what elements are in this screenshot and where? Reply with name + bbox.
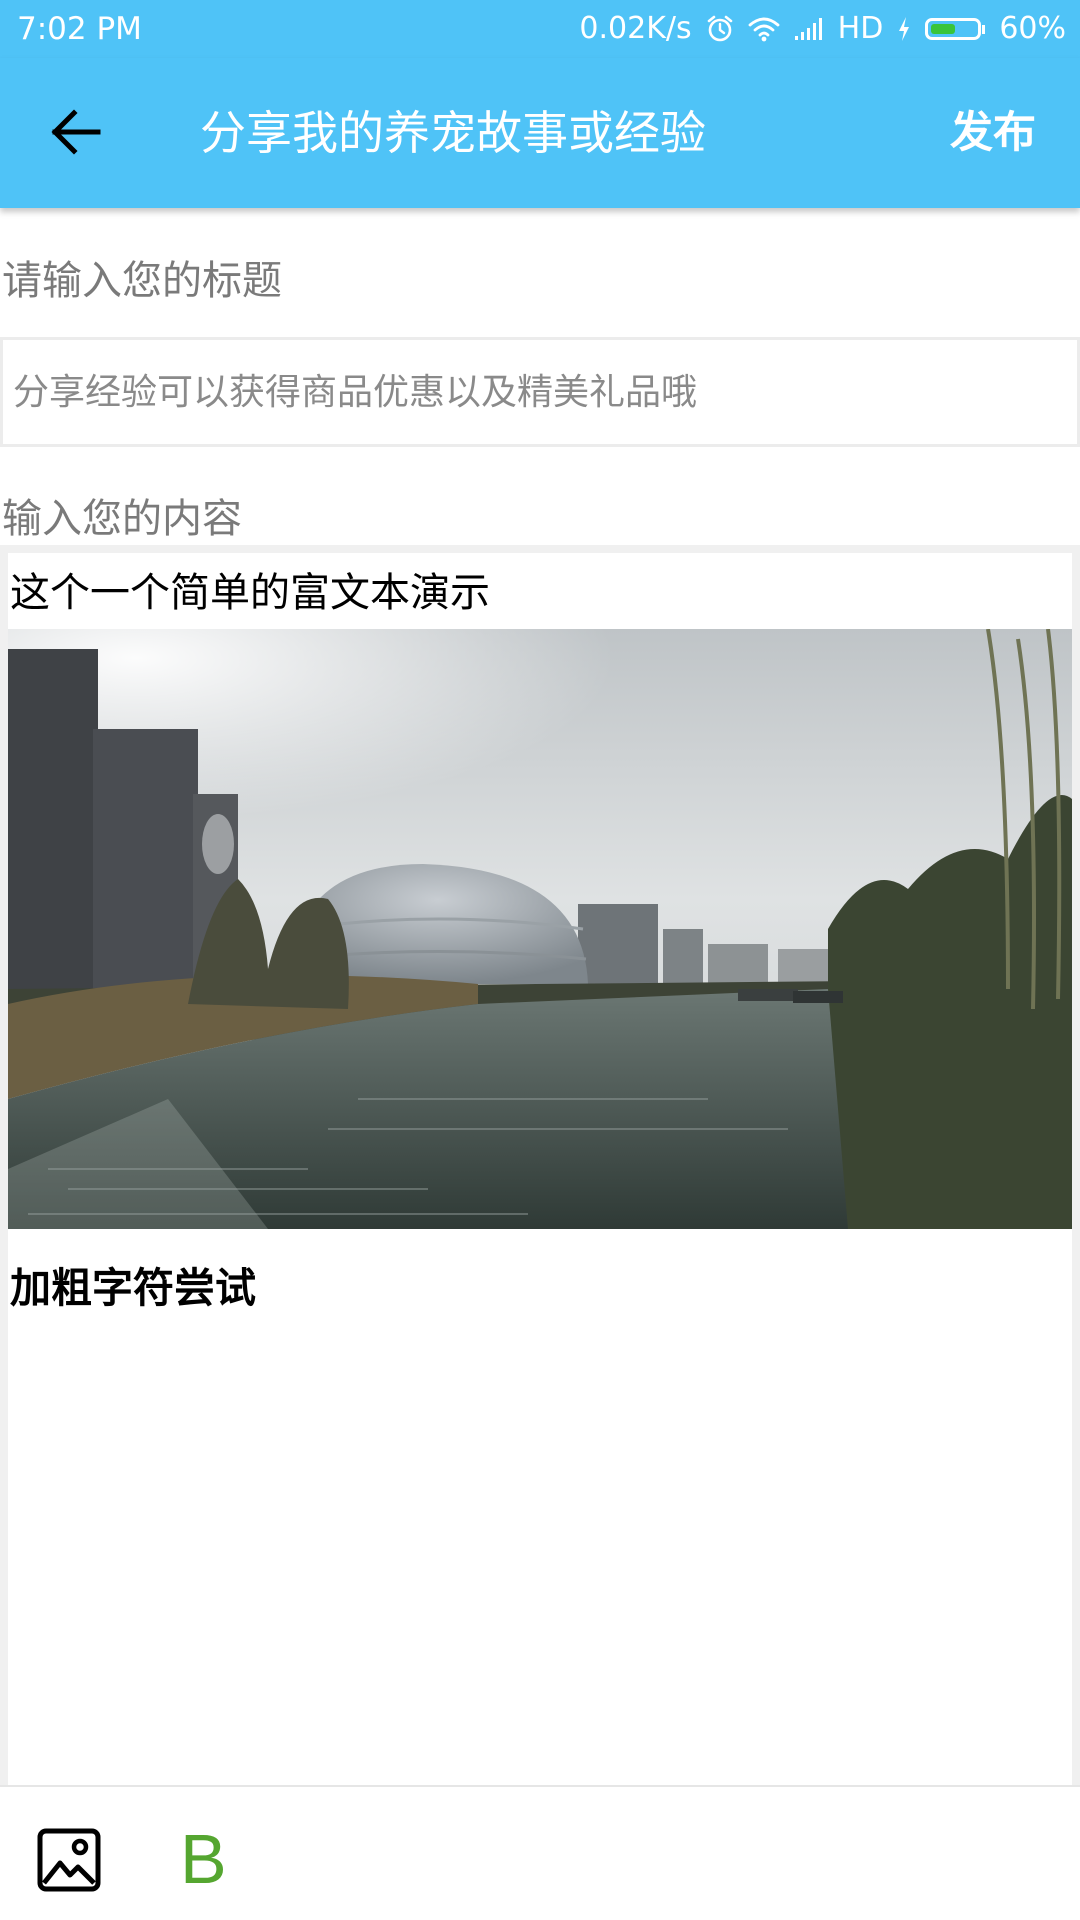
format-toolbar: B xyxy=(0,1785,1080,1920)
charging-icon xyxy=(897,16,911,42)
title-input[interactable] xyxy=(0,337,1080,447)
signal-icon xyxy=(794,17,824,41)
page-title: 分享我的养宠故事或经验 xyxy=(200,106,706,160)
publish-button[interactable]: 发布 xyxy=(950,102,1036,164)
network-speed: 0.02K/s xyxy=(579,11,692,46)
battery-percent: 60% xyxy=(999,11,1066,46)
network-type: HD xyxy=(837,11,884,46)
status-time: 7:02 PM xyxy=(17,11,142,47)
image-icon xyxy=(37,1828,101,1892)
status-bar: 7:02 PM 0.02K/s HD 60% xyxy=(0,0,1080,58)
alarm-icon xyxy=(706,15,734,43)
arrow-left-icon xyxy=(51,109,101,155)
insert-image-button[interactable] xyxy=(36,1827,102,1893)
rich-text-editor[interactable]: 这个一个简单的富文本演示 加粗字符尝试 xyxy=(0,545,1080,1785)
title-label: 请输入您的标题 xyxy=(2,258,282,304)
editor-paragraph[interactable]: 这个一个简单的富文本演示 xyxy=(10,553,490,633)
editor-bold-text[interactable]: 加粗字符尝试 xyxy=(10,1248,256,1328)
battery-icon xyxy=(925,18,986,40)
embedded-photo[interactable] xyxy=(8,629,1072,1229)
app-screen: 7:02 PM 0.02K/s HD 60% 分享我的养宠故事或经验 发布 请输… xyxy=(0,0,1080,1920)
app-toolbar: 分享我的养宠故事或经验 发布 xyxy=(0,58,1080,208)
bold-button[interactable]: B xyxy=(180,1807,227,1911)
back-button[interactable] xyxy=(36,92,116,172)
content-label: 输入您的内容 xyxy=(2,496,242,542)
status-icons: 0.02K/s HD 60% xyxy=(565,10,1066,48)
wifi-icon xyxy=(748,16,780,42)
